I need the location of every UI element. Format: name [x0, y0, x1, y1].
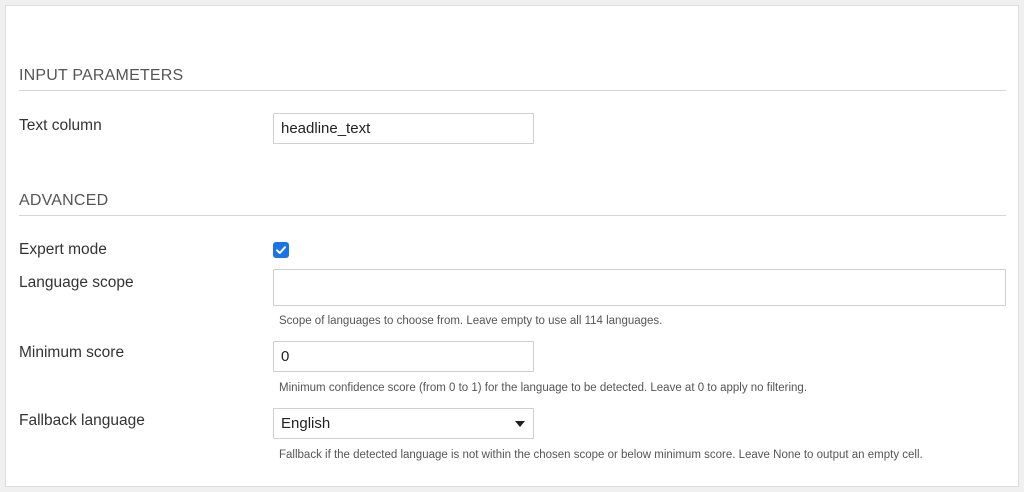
text-column-input[interactable]: headline_text — [273, 113, 534, 144]
text-column-label: Text column — [19, 117, 102, 134]
language-scope-label: Language scope — [19, 274, 134, 291]
minimum-score-help: Minimum confidence score (from 0 to 1) f… — [279, 382, 808, 394]
section-title-input-parameters: INPUT PARAMETERS — [19, 67, 184, 84]
fallback-language-value: English — [281, 415, 331, 432]
expert-mode-label: Expert mode — [19, 241, 107, 258]
caret-down-icon — [515, 421, 525, 427]
section-divider — [19, 90, 1006, 91]
settings-panel: INPUT PARAMETERS Text column headline_te… — [5, 5, 1019, 487]
minimum-score-input[interactable]: 0 — [273, 341, 534, 372]
minimum-score-label: Minimum score — [19, 344, 125, 361]
section-divider — [19, 215, 1006, 216]
language-scope-input[interactable] — [273, 269, 1006, 306]
fallback-language-label: Fallback language — [19, 412, 145, 429]
checkmark-icon — [276, 246, 286, 254]
fallback-language-help: Fallback if the detected language is not… — [279, 449, 923, 461]
expert-mode-checkbox[interactable] — [273, 242, 289, 258]
section-title-advanced: ADVANCED — [19, 192, 109, 209]
fallback-language-select[interactable]: English — [273, 408, 534, 439]
language-scope-help: Scope of languages to choose from. Leave… — [279, 315, 663, 327]
